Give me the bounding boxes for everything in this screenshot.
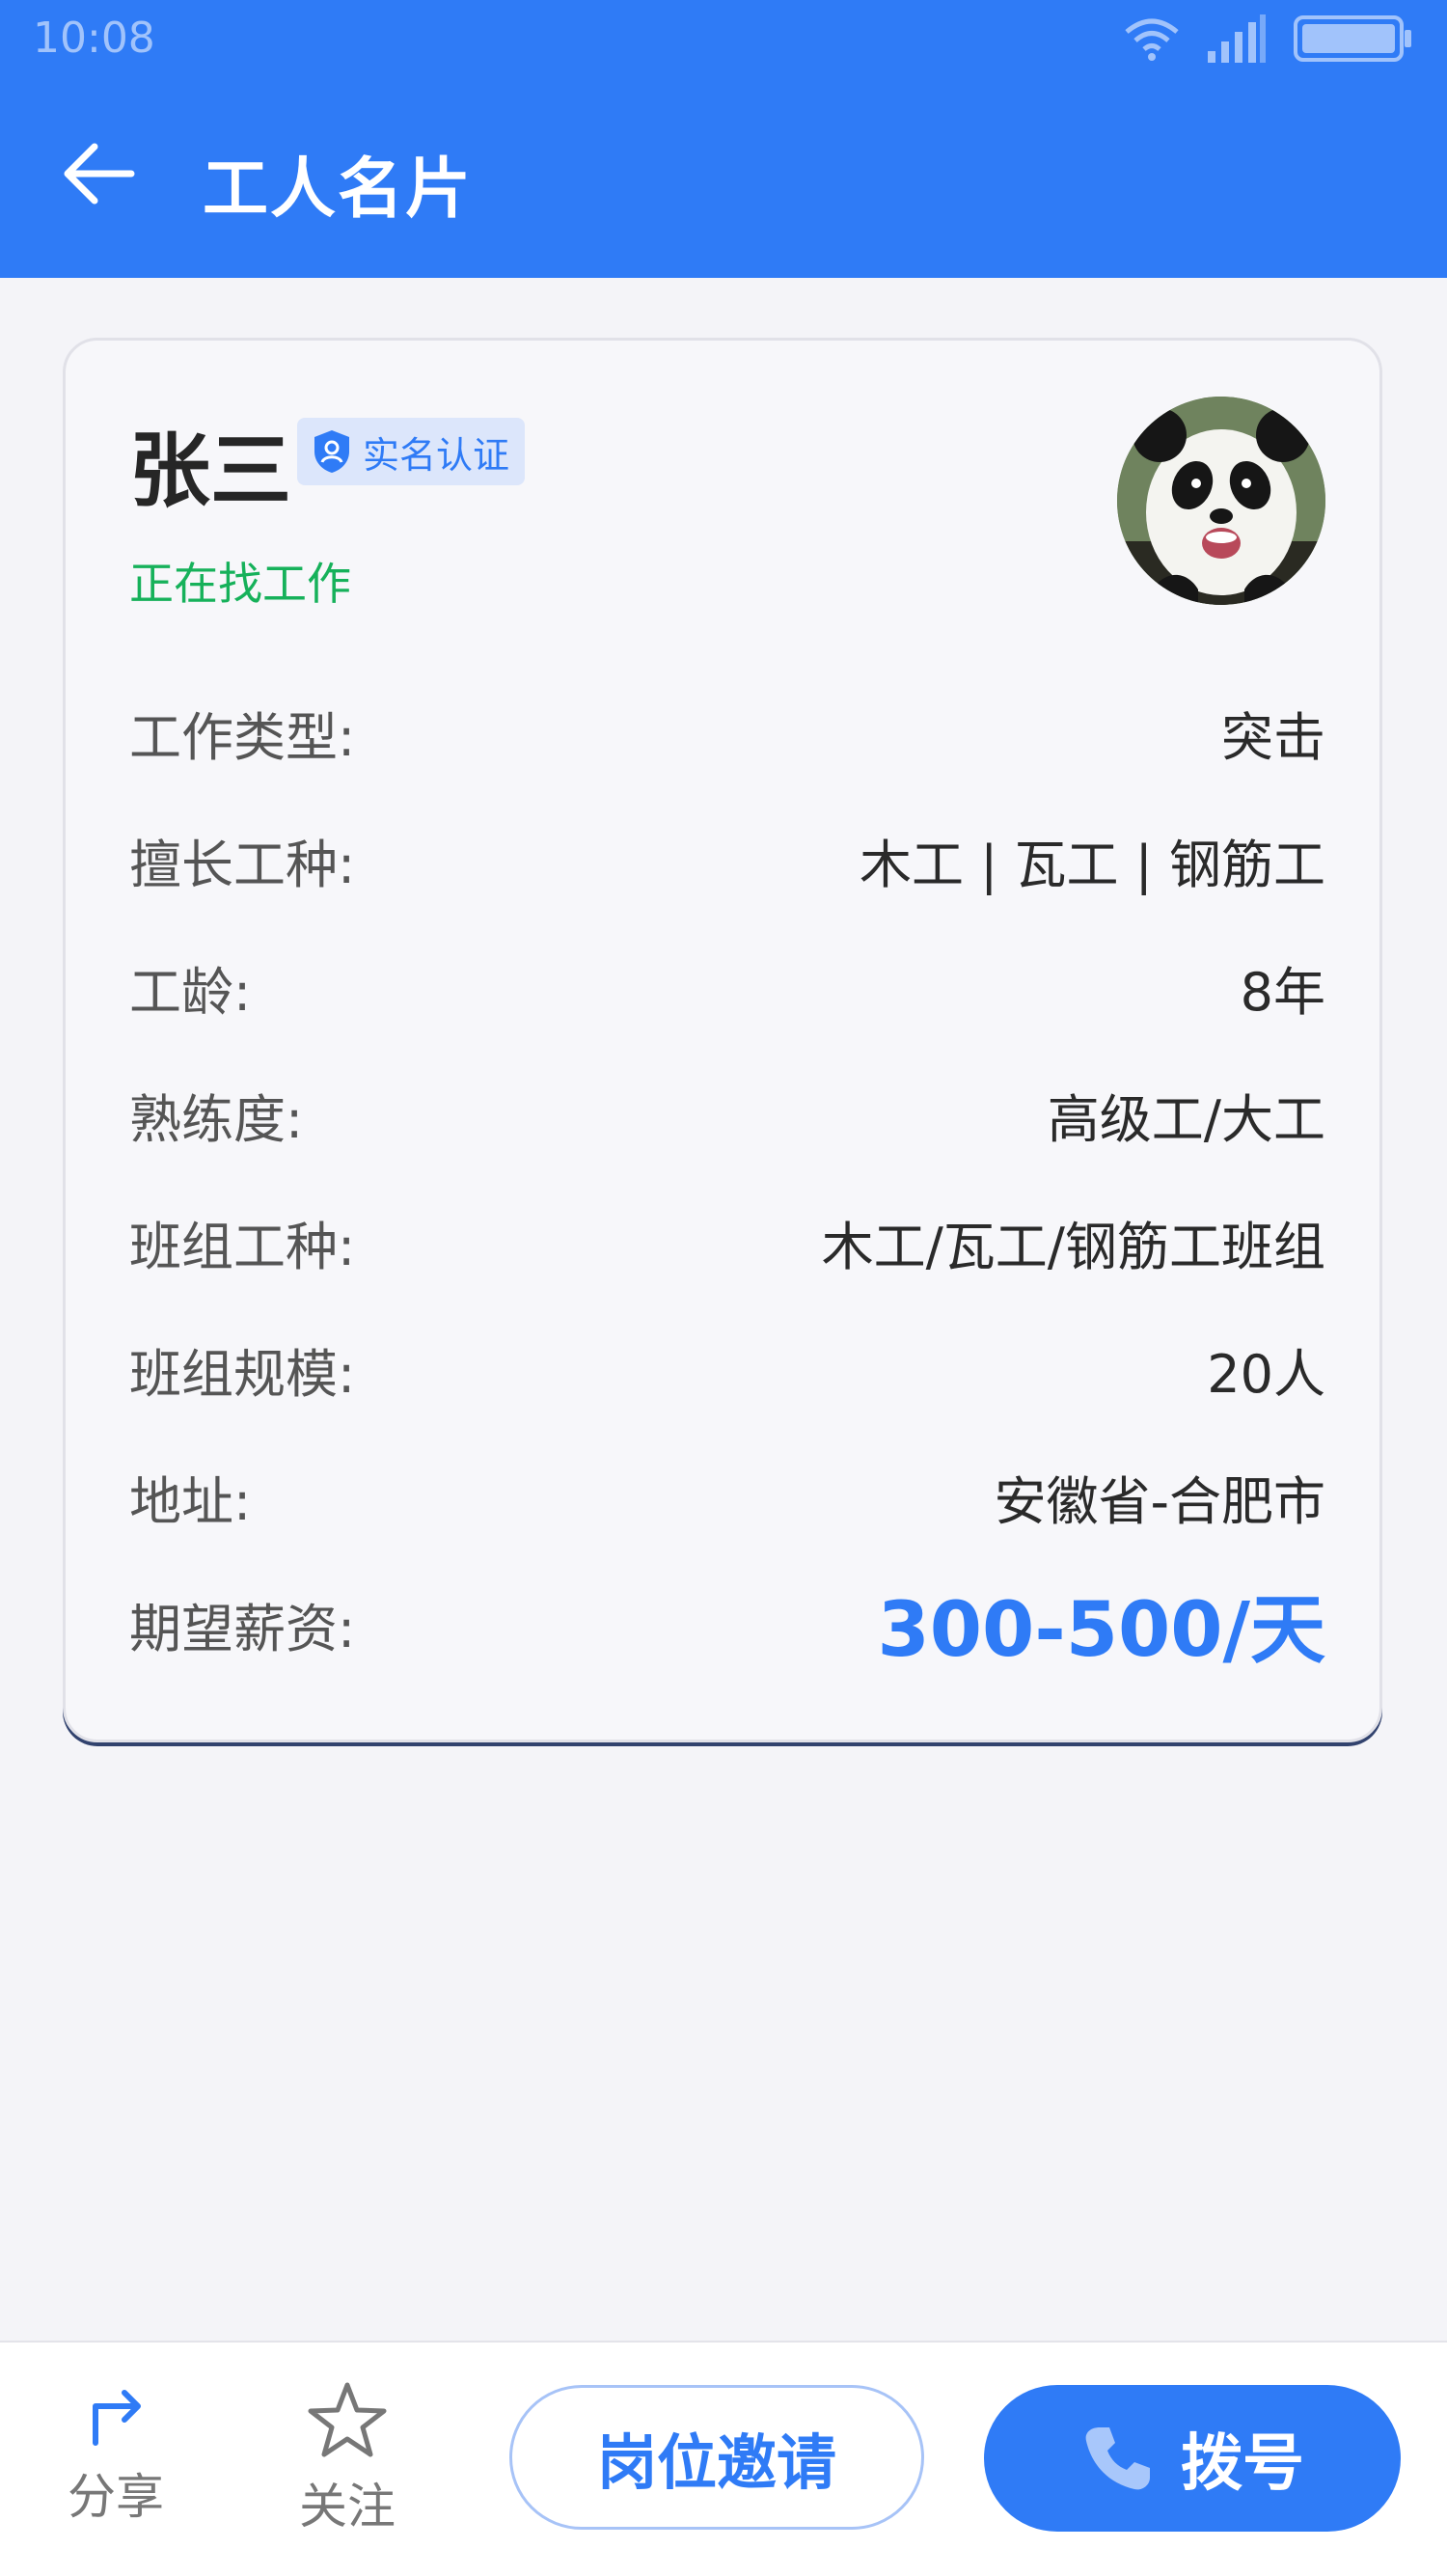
detail-value: 高级工/大工	[1047, 1088, 1325, 1150]
page-title: 工人名片	[203, 151, 474, 228]
battery-icon	[1294, 15, 1411, 62]
arrow-left-icon	[64, 143, 135, 205]
star-icon	[308, 2382, 387, 2457]
app-bar: 工人名片	[0, 77, 1447, 278]
call-label: 拨号	[1181, 2428, 1304, 2500]
worker-card: 张三 实名认证 正在找工作 工作类型: 突击 擅长工种: 木工 | 瓦工 | 钢…	[63, 338, 1382, 1742]
share-button[interactable]: 分享	[39, 2381, 193, 2528]
detail-row-proficiency: 熟练度: 高级工/大工	[129, 1051, 1325, 1178]
share-label: 分享	[68, 2469, 164, 2525]
job-status: 正在找工作	[129, 558, 351, 610]
detail-row-experience: 工龄: 8年	[129, 923, 1325, 1051]
detail-label: 工龄:	[129, 961, 252, 1023]
job-invite-label: 岗位邀请	[596, 2427, 836, 2498]
detail-value: 木工 | 瓦工 | 钢筋工	[859, 834, 1325, 895]
expected-salary: 300-500/天	[877, 1587, 1326, 1674]
follow-button[interactable]: 关注	[270, 2381, 424, 2537]
detail-row-skills: 擅长工种: 木工 | 瓦工 | 钢筋工	[129, 796, 1325, 923]
back-button[interactable]	[58, 133, 139, 214]
detail-label: 擅长工种:	[129, 834, 356, 895]
job-invite-button[interactable]: 岗位邀请	[509, 2385, 924, 2530]
detail-label: 班组工种:	[129, 1216, 356, 1277]
detail-label: 班组规模:	[129, 1343, 356, 1405]
detail-label: 地址:	[129, 1470, 252, 1532]
detail-row-salary: 期望薪资: 300-500/天	[129, 1560, 1325, 1687]
detail-label: 熟练度:	[129, 1088, 304, 1150]
detail-value: 20人	[1207, 1343, 1325, 1405]
worker-name: 张三	[129, 424, 292, 518]
avatar	[1117, 397, 1325, 605]
signal-icon	[1208, 14, 1266, 63]
bottom-action-bar: 分享 关注 岗位邀请 拨号	[0, 2341, 1447, 2576]
system-icons	[1123, 12, 1414, 66]
detail-value: 8年	[1240, 961, 1325, 1023]
wifi-icon	[1125, 18, 1179, 61]
verified-badge: 实名认证	[297, 418, 526, 485]
detail-row-work-type: 工作类型: 突击	[129, 669, 1325, 796]
detail-label: 期望薪资:	[129, 1598, 356, 1659]
panda-avatar-icon	[1117, 397, 1325, 605]
share-arrow-icon	[93, 2390, 141, 2446]
verified-label: 实名认证	[363, 433, 510, 477]
status-time: 10:08	[33, 14, 155, 63]
detail-value: 突击	[1221, 706, 1325, 768]
detail-label: 工作类型:	[129, 706, 356, 768]
detail-value: 安徽省-合肥市	[994, 1470, 1326, 1532]
shield-user-icon	[314, 430, 349, 473]
follow-label: 关注	[299, 2479, 396, 2535]
detail-row-team-size: 班组规模: 20人	[129, 1305, 1325, 1433]
call-button[interactable]: 拨号	[984, 2385, 1401, 2532]
phone-icon	[1085, 2427, 1150, 2490]
detail-list: 工作类型: 突击 擅长工种: 木工 | 瓦工 | 钢筋工 工龄: 8年 熟练度:…	[129, 669, 1325, 1687]
detail-value: 木工/瓦工/钢筋工班组	[821, 1216, 1325, 1277]
status-bar: 10:08	[0, 0, 1447, 77]
detail-row-address: 地址: 安徽省-合肥市	[129, 1433, 1325, 1560]
detail-row-team-trade: 班组工种: 木工/瓦工/钢筋工班组	[129, 1178, 1325, 1305]
